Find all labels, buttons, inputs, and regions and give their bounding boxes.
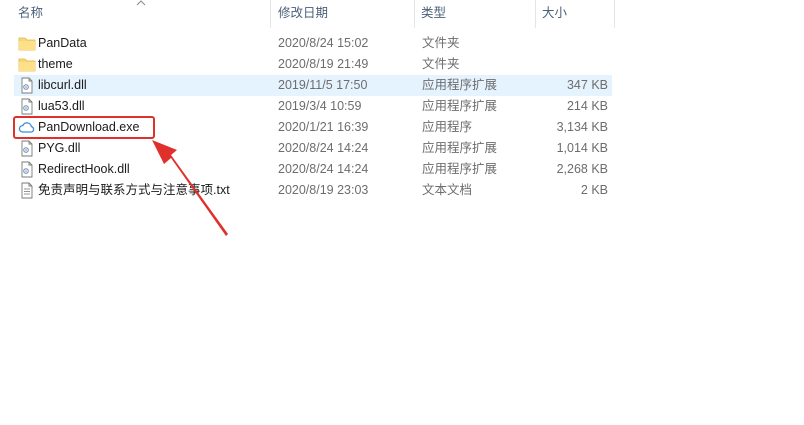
- file-name: RedirectHook.dll: [38, 162, 130, 176]
- folder-icon: [18, 58, 36, 72]
- file-date: 2020/1/21 16:39: [278, 120, 369, 134]
- file-type: 应用程序: [422, 120, 473, 134]
- file-row[interactable]: 免责声明与联系方式与注意事项.txt 2020/8/19 23:03 文本文档 …: [14, 180, 612, 201]
- column-header-size[interactable]: 大小: [536, 0, 614, 28]
- file-row[interactable]: theme 2020/8/19 21:49 文件夹: [14, 54, 612, 75]
- file-type: 文件夹: [422, 36, 460, 50]
- file-type: 文件夹: [422, 57, 460, 71]
- file-row[interactable]: lua53.dll 2019/3/4 10:59 应用程序扩展 214 KB: [14, 96, 612, 117]
- annotation-highlight-box: [13, 116, 155, 139]
- file-type: 应用程序扩展: [422, 141, 498, 155]
- file-size: 347 KB: [566, 78, 608, 92]
- column-header-type[interactable]: 类型: [415, 0, 535, 28]
- file-size: 214 KB: [566, 99, 608, 113]
- file-name: libcurl.dll: [38, 78, 87, 92]
- file-type: 文本文档: [422, 183, 473, 197]
- file-type: 应用程序扩展: [422, 99, 498, 113]
- sort-ascending-icon: [136, 0, 146, 6]
- column-separator[interactable]: [614, 0, 615, 28]
- file-size: 2,268 KB: [556, 162, 608, 176]
- column-separator[interactable]: [270, 0, 271, 28]
- folder-icon: [18, 37, 36, 51]
- file-size: 3,134 KB: [556, 120, 608, 134]
- file-date: 2020/8/19 21:49: [278, 57, 369, 71]
- dll-file-icon: [21, 161, 33, 178]
- dll-file-icon: [21, 140, 33, 157]
- file-row[interactable]: RedirectHook.dll 2020/8/24 14:24 应用程序扩展 …: [14, 159, 612, 180]
- dll-file-icon: [21, 98, 33, 115]
- column-header-date[interactable]: 修改日期: [272, 0, 414, 28]
- file-type: 应用程序扩展: [422, 78, 498, 92]
- file-name: PanData: [38, 36, 87, 50]
- file-row[interactable]: PanData 2020/8/24 15:02 文件夹: [14, 33, 612, 54]
- file-name: lua53.dll: [38, 99, 85, 113]
- file-size: 2 KB: [580, 183, 608, 197]
- text-file-icon: [21, 182, 33, 199]
- file-size: [534, 54, 608, 75]
- file-size: 1,014 KB: [556, 141, 608, 155]
- file-row[interactable]: PYG.dll 2020/8/24 14:24 应用程序扩展 1,014 KB: [14, 138, 612, 159]
- dll-file-icon: [21, 77, 33, 94]
- file-date: 2019/3/4 10:59: [278, 99, 362, 113]
- file-type: 应用程序扩展: [422, 162, 498, 176]
- file-date: 2020/8/24 14:24: [278, 141, 369, 155]
- file-date: 2020/8/24 15:02: [278, 36, 369, 50]
- annotation-arrow-icon: [152, 140, 228, 236]
- column-header-bar: 名称 修改日期 类型 大小: [0, 0, 804, 28]
- file-date: 2019/11/5 17:50: [278, 78, 368, 92]
- file-date: 2020/8/24 14:24: [278, 162, 369, 176]
- file-row[interactable]: libcurl.dll 2019/11/5 17:50 应用程序扩展 347 K…: [14, 75, 612, 96]
- file-name: PYG.dll: [38, 141, 81, 155]
- file-name: theme: [38, 57, 73, 71]
- file-date: 2020/8/19 23:03: [278, 183, 369, 197]
- file-size: [534, 33, 608, 54]
